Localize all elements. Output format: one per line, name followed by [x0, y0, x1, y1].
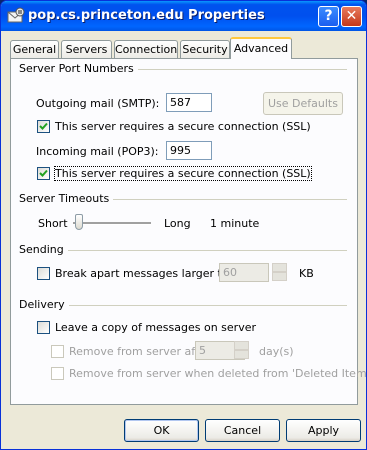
- timeout-slider-track[interactable]: [73, 222, 151, 225]
- divider: [19, 250, 347, 251]
- tab-general[interactable]: General: [10, 40, 59, 58]
- title-bar[interactable]: pop.cs.princeton.edu Properties ? ✕: [1, 1, 366, 31]
- tab-security[interactable]: Security: [180, 40, 230, 58]
- section-server-timeouts: Server Timeouts: [19, 192, 114, 205]
- remove-after-checkbox[interactable]: [51, 345, 64, 358]
- tab-strip: General Servers Connection Security Adva…: [10, 37, 360, 59]
- leave-copy-label[interactable]: Leave a copy of messages on server: [55, 321, 256, 334]
- break-apart-checkbox[interactable]: [37, 267, 50, 280]
- close-icon: ✕: [345, 8, 358, 24]
- tab-connection[interactable]: Connection: [114, 40, 178, 58]
- window-title: pop.cs.princeton.edu Properties: [28, 8, 265, 23]
- ok-button[interactable]: OK: [124, 419, 199, 442]
- timeout-long-label: Long: [164, 217, 191, 230]
- timeout-short-label: Short: [38, 217, 68, 230]
- break-apart-label[interactable]: Break apart messages larger than: [55, 267, 243, 280]
- advanced-panel: Server Port Numbers Outgoing mail (SMTP)…: [10, 58, 366, 405]
- checkmark-icon: [39, 122, 48, 130]
- remove-days-spinner[interactable]: [234, 341, 250, 360]
- pop3-ssl-checkbox[interactable]: [37, 167, 50, 180]
- pop3-label: Incoming mail (POP3):: [36, 145, 159, 158]
- break-size-input[interactable]: 60: [219, 263, 269, 282]
- cancel-button[interactable]: Cancel: [205, 419, 280, 442]
- remove-after-label[interactable]: Remove from server after: [69, 345, 211, 358]
- timeout-slider-thumb[interactable]: [75, 214, 84, 230]
- properties-dialog: pop.cs.princeton.edu Properties ? ✕ Gene…: [0, 0, 367, 450]
- pop3-port-input[interactable]: 995: [166, 141, 212, 160]
- email-server-icon: [7, 7, 25, 25]
- smtp-ssl-label[interactable]: This server requires a secure connection…: [55, 120, 311, 133]
- pop3-ssl-label[interactable]: This server requires a secure connection…: [54, 166, 312, 181]
- section-delivery: Delivery: [19, 298, 69, 311]
- tab-advanced[interactable]: Advanced: [230, 37, 292, 59]
- help-button[interactable]: ?: [318, 6, 339, 27]
- smtp-label: Outgoing mail (SMTP):: [36, 97, 159, 110]
- spin-down-icon[interactable]: [272, 272, 287, 281]
- apply-button[interactable]: Apply: [286, 419, 361, 442]
- help-icon: ?: [324, 8, 333, 24]
- section-server-port-numbers: Server Port Numbers: [19, 62, 138, 75]
- close-button[interactable]: ✕: [341, 6, 362, 27]
- days-label: day(s): [259, 345, 294, 358]
- remove-deleted-label[interactable]: Remove from server when deleted from 'De…: [69, 367, 366, 380]
- use-defaults-button[interactable]: Use Defaults: [263, 92, 343, 115]
- spin-up-icon[interactable]: [234, 341, 249, 350]
- tab-servers[interactable]: Servers: [61, 40, 112, 58]
- spin-down-icon[interactable]: [234, 350, 249, 359]
- remove-deleted-checkbox[interactable]: [51, 367, 64, 380]
- break-size-spinner[interactable]: [272, 263, 288, 282]
- smtp-ssl-checkbox[interactable]: [37, 120, 50, 133]
- smtp-label-text: Outgoing mail (SMTP):: [36, 97, 160, 110]
- leave-copy-checkbox[interactable]: [37, 321, 50, 334]
- timeout-value: 1 minute: [210, 217, 260, 230]
- section-sending: Sending: [19, 243, 68, 256]
- dialog-body: General Servers Connection Security Adva…: [4, 31, 366, 448]
- spin-up-icon[interactable]: [272, 263, 287, 272]
- size-unit-label: KB: [299, 267, 314, 280]
- checkmark-icon: [39, 169, 48, 177]
- smtp-port-input[interactable]: 587: [166, 93, 212, 112]
